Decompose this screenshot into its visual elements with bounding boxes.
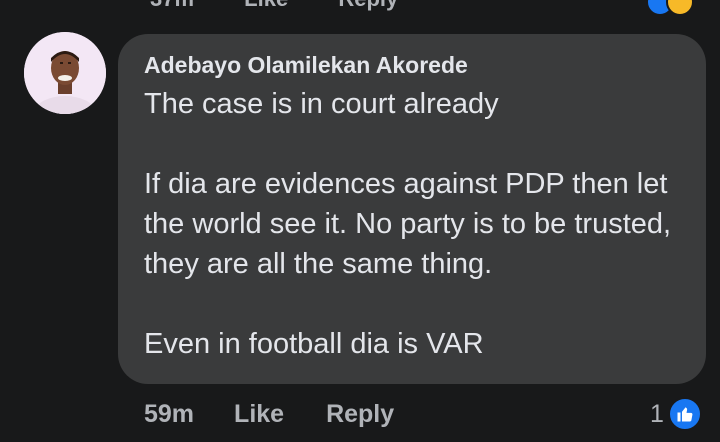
comment-paragraph: If dia are evidences against PDP then le… <box>144 168 672 280</box>
previous-comment-actions: 37m Like Reply <box>150 0 442 11</box>
comment-paragraph: Even in football dia is VAR <box>144 328 484 360</box>
comment-bubble: Adebayo Olamilekan Akorede The case is i… <box>118 34 706 384</box>
previous-comment-time: 37m <box>150 0 194 11</box>
reply-button[interactable]: Reply <box>326 400 394 429</box>
reaction-count: 1 <box>650 399 664 428</box>
comment-thread: 37m Like Reply Adebayo Olamilekan Akored… <box>0 0 720 442</box>
avatar[interactable] <box>24 32 106 114</box>
thumbs-up-icon <box>667 397 702 431</box>
haha-reaction-icon <box>666 0 694 16</box>
like-button[interactable]: Like <box>234 400 284 429</box>
comment-paragraph: The case is in court already <box>144 88 499 120</box>
avatar-photo <box>24 32 106 114</box>
previous-reactions[interactable] <box>640 0 700 16</box>
comment-author[interactable]: Adebayo Olamilekan Akorede <box>144 48 682 82</box>
reaction-summary[interactable]: 1 <box>650 396 702 432</box>
previous-like-button[interactable]: Like <box>244 0 288 11</box>
comment-body: The case is in court already If dia are … <box>144 84 682 364</box>
comment-actions: 59m Like Reply <box>144 396 394 432</box>
previous-reply-button[interactable]: Reply <box>338 0 398 11</box>
comment-timestamp[interactable]: 59m <box>144 400 194 429</box>
